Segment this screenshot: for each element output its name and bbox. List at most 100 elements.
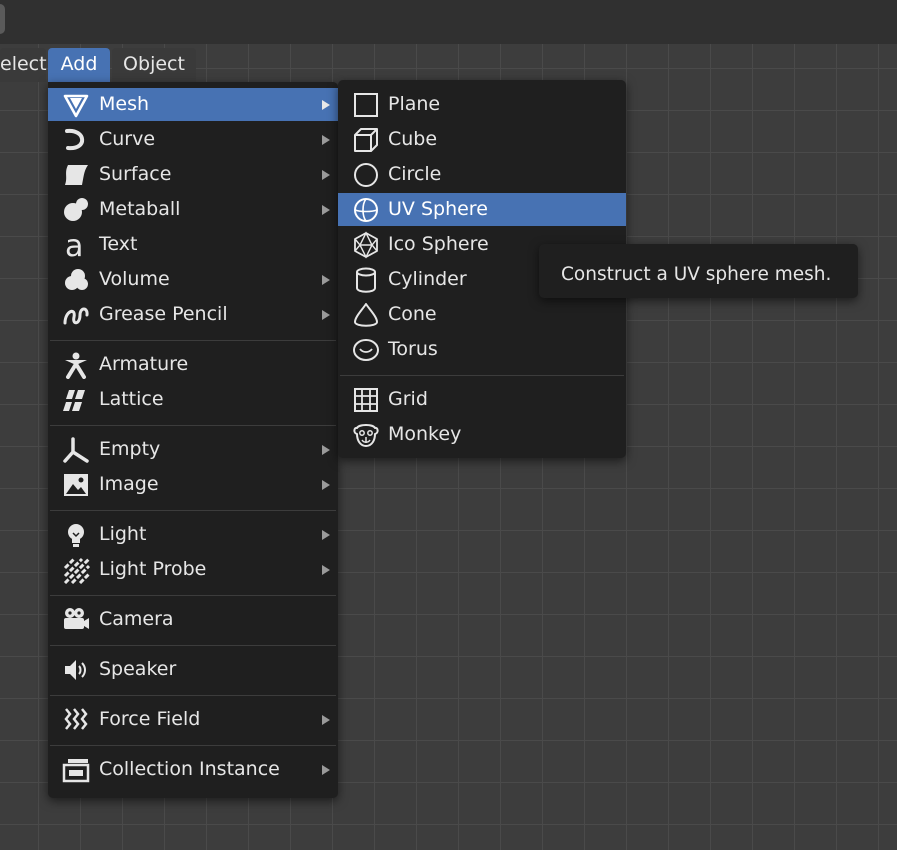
add-menu-label: Volume <box>99 268 170 290</box>
add-menu-label: Grease Pencil <box>99 303 228 325</box>
mesh-item-label: Torus <box>388 338 438 360</box>
add-menu-label: Mesh <box>99 93 150 115</box>
add-menu-item-image[interactable]: Image <box>48 468 338 501</box>
menu-separator <box>50 340 336 341</box>
light-probe-icon <box>62 556 90 584</box>
grid-icon <box>352 386 380 414</box>
menu-separator <box>50 745 336 746</box>
mesh-item-label: UV Sphere <box>388 198 488 220</box>
menu-separator <box>50 425 336 426</box>
submenu-arrow-icon <box>322 445 330 455</box>
add-menu: Mesh Curve Surface Metaball a Text Volum… <box>48 82 338 798</box>
add-menu-label: Empty <box>99 438 161 460</box>
volume-icon <box>62 266 90 294</box>
menu-separator <box>50 595 336 596</box>
menu-object[interactable]: Object <box>112 48 196 82</box>
menu-separator <box>50 645 336 646</box>
camera-icon <box>62 606 90 634</box>
mesh-item-torus[interactable]: Torus <box>338 333 626 366</box>
metaball-icon <box>62 196 90 224</box>
force-field-icon <box>62 706 90 734</box>
mesh-item-label: Plane <box>388 93 441 115</box>
mesh-item-label: Monkey <box>388 423 462 445</box>
header-bar <box>0 0 897 44</box>
mesh-item-label: Circle <box>388 163 442 185</box>
add-menu-label: Speaker <box>99 658 177 680</box>
add-menu-item-light-probe[interactable]: Light Probe <box>48 553 338 586</box>
header-button[interactable] <box>0 4 5 34</box>
add-menu-item-surface[interactable]: Surface <box>48 158 338 191</box>
add-menu-item-light[interactable]: Light <box>48 518 338 551</box>
uv-sphere-icon <box>352 196 380 224</box>
add-menu-item-camera[interactable]: Camera <box>48 603 338 636</box>
lattice-icon <box>62 386 90 414</box>
add-menu-label: Text <box>99 233 138 255</box>
mesh-item-label: Cube <box>388 128 438 150</box>
submenu-arrow-icon <box>322 530 330 540</box>
add-menu-item-volume[interactable]: Volume <box>48 263 338 296</box>
menu-separator <box>340 375 624 376</box>
mesh-item-label: Grid <box>388 388 428 410</box>
plane-icon <box>352 91 380 119</box>
add-menu-item-force-field[interactable]: Force Field <box>48 703 338 736</box>
light-icon <box>62 521 90 549</box>
add-menu-label: Force Field <box>99 708 201 730</box>
submenu-arrow-icon <box>322 715 330 725</box>
monkey-icon <box>352 421 380 449</box>
mesh-item-label: Cylinder <box>388 268 467 290</box>
mesh-item-label: Ico Sphere <box>388 233 489 255</box>
menu-add[interactable]: Add <box>48 48 110 82</box>
text-icon: a <box>62 231 90 259</box>
submenu-arrow-icon <box>322 100 330 110</box>
cube-icon <box>352 126 380 154</box>
cylinder-icon <box>352 266 380 294</box>
collection-instance-icon <box>62 756 90 784</box>
add-menu-label: Light <box>99 523 147 545</box>
svg-text:a: a <box>65 231 83 259</box>
add-menu-label: Curve <box>99 128 156 150</box>
add-menu-item-lattice[interactable]: Lattice <box>48 383 338 416</box>
submenu-arrow-icon <box>322 275 330 285</box>
add-menu-item-mesh[interactable]: Mesh <box>48 88 338 121</box>
add-menu-item-metaball[interactable]: Metaball <box>48 193 338 226</box>
torus-icon <box>352 336 380 364</box>
speaker-icon <box>62 656 90 684</box>
add-menu-item-text[interactable]: a Text <box>48 228 338 261</box>
add-menu-item-empty[interactable]: Empty <box>48 433 338 466</box>
add-menu-label: Armature <box>99 353 189 375</box>
add-menu-label: Image <box>99 473 159 495</box>
mesh-item-label: Cone <box>388 303 437 325</box>
image-icon <box>62 471 90 499</box>
add-menu-item-armature[interactable]: Armature <box>48 348 338 381</box>
add-menu-label: Surface <box>99 163 172 185</box>
mesh-item-cube[interactable]: Cube <box>338 123 626 156</box>
empty-icon <box>62 436 90 464</box>
grease-pencil-icon <box>62 301 90 329</box>
mesh-item-circle[interactable]: Circle <box>338 158 626 191</box>
add-menu-label: Metaball <box>99 198 181 220</box>
add-menu-label: Collection Instance <box>99 758 280 780</box>
mesh-item-monkey[interactable]: Monkey <box>338 418 626 451</box>
menu-select[interactable]: elect <box>0 48 47 82</box>
circle-icon <box>352 161 380 189</box>
submenu-arrow-icon <box>322 170 330 180</box>
add-menu-item-grease-pencil[interactable]: Grease Pencil <box>48 298 338 331</box>
add-menu-item-curve[interactable]: Curve <box>48 123 338 156</box>
submenu-arrow-icon <box>322 135 330 145</box>
add-menu-item-speaker[interactable]: Speaker <box>48 653 338 686</box>
tooltip-text: Construct a UV sphere mesh. <box>561 264 832 285</box>
add-menu-label: Light Probe <box>99 558 207 580</box>
submenu-arrow-icon <box>322 480 330 490</box>
submenu-arrow-icon <box>322 565 330 575</box>
mesh-item-grid[interactable]: Grid <box>338 383 626 416</box>
submenu-arrow-icon <box>322 765 330 775</box>
curve-icon <box>62 126 90 154</box>
mesh-item-plane[interactable]: Plane <box>338 88 626 121</box>
surface-icon <box>62 161 90 189</box>
add-menu-item-collection-instance[interactable]: Collection Instance <box>48 753 338 786</box>
mesh-cone-icon <box>62 91 90 119</box>
armature-icon <box>62 351 90 379</box>
add-menu-label: Lattice <box>99 388 164 410</box>
tooltip: Construct a UV sphere mesh. <box>539 244 858 298</box>
mesh-item-uv-sphere[interactable]: UV Sphere <box>338 193 626 226</box>
